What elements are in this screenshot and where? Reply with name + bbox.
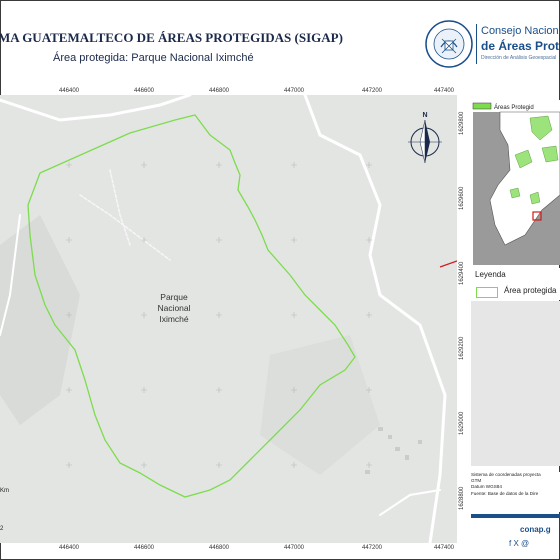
x-tick-label: 446800 [208,88,230,94]
x-tick-label: 447000 [283,88,305,94]
y-tick-label: 1629600 [459,186,465,210]
x-tick-label: 447200 [361,88,383,94]
legend-body [471,301,560,466]
y-tick-label: 1629200 [459,336,465,360]
map-title: MA GUATEMALTECO DE ÁREAS PROTEGIDAS (SIG… [0,30,343,45]
guatemala-seal-icon [425,20,473,68]
x-tick-label: 446600 [133,88,155,94]
park-label-line2: Nacional [157,303,190,313]
y-tick-label: 1628800 [459,486,465,510]
legend-item-label: Área protegida [504,286,557,295]
org-name-line2: de Áreas Protegid [481,39,560,53]
y-tick-label: 1629000 [459,411,465,435]
info-line: Fuente: Base de datos de la Dire [471,490,539,496]
legend-title: Leyenda [475,270,506,279]
x-tick-label: 446400 [58,88,80,94]
inset-map: Áreas Protegid [470,100,560,265]
x-tick-label: 447400 [433,88,455,94]
north-label: N [422,112,427,119]
x-tick-label: 447000 [283,545,305,551]
org-department: Dirección de Análisis Geoespacial [481,55,557,61]
inset-legend-swatch [472,102,492,110]
info-block: Sistema de coordenadas proyecta GTM Datu… [471,472,560,512]
social-icons[interactable]: f X @ [509,539,529,548]
inset-legend-label: Áreas Protegid [494,104,534,111]
scale-value: 2 [0,526,4,532]
x-tick-label: 447400 [433,545,455,551]
legend-swatch [476,287,498,298]
main-map: Parque Nacional Iximché N [0,95,457,543]
park-label-line1: Parque [160,292,188,302]
footer-url[interactable]: conap.g [520,525,551,534]
org-divider [476,24,477,64]
footer-bar [471,514,560,518]
scale-unit: Km [0,488,9,494]
y-tick-label: 1629400 [459,261,465,285]
x-tick-label: 446400 [58,545,80,551]
y-tick-label: 1629800 [459,111,465,135]
park-label-line3: Iximché [159,314,189,324]
x-tick-label: 446600 [133,545,155,551]
x-tick-label: 447200 [361,545,383,551]
x-tick-label: 446800 [208,545,230,551]
map-subtitle: Área protegida: Parque Nacional Iximché [53,52,254,64]
org-name-line1: Consejo Nacional [481,25,560,37]
